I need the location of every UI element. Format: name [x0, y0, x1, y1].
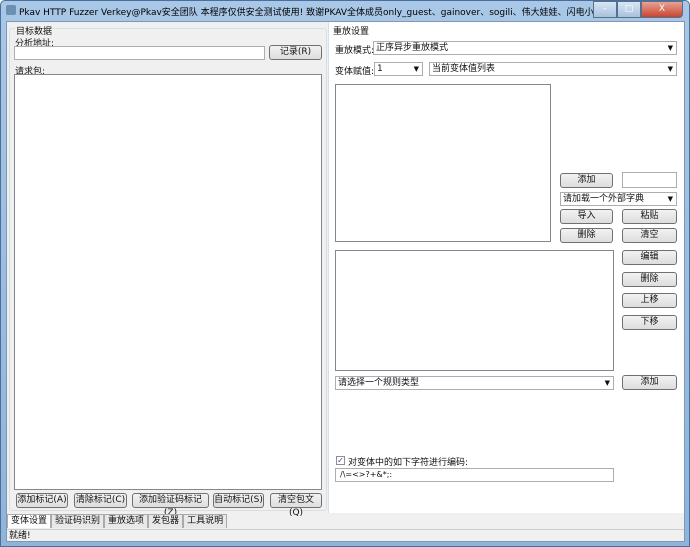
chevron-down-icon: ▼ — [413, 65, 419, 73]
variant-list-select[interactable]: 当前变体值列表 ▼ — [429, 62, 677, 76]
maximize-button[interactable]: □ — [617, 1, 641, 18]
variant-list-value: 当前变体值列表 — [432, 64, 496, 74]
add-mark-button[interactable]: 添加标记(A) — [16, 493, 68, 508]
chevron-down-icon: ▼ — [604, 379, 610, 387]
encode-label: 对变体中的如下字符进行编码: — [348, 458, 469, 468]
assign-label: 变体赋值: — [335, 67, 375, 77]
assign-value: 1 — [377, 64, 383, 74]
chevron-down-icon: ▼ — [667, 65, 673, 73]
record-button[interactable]: 记录(R) — [269, 45, 322, 60]
app-icon — [6, 5, 16, 15]
add-variant-button[interactable]: 添加 — [560, 173, 613, 188]
client-area: 目标数据 分析地址: 记录(R) 请求包: 添加标记(A) 清除标记(C) 添加… — [6, 21, 685, 542]
url-input[interactable] — [14, 46, 265, 60]
encode-chars-input[interactable]: /\=<>?+&*;: — [335, 468, 614, 482]
add-captcha-mark-button[interactable]: 添加验证码标记(Z) — [132, 493, 209, 518]
encode-checkbox[interactable]: ✓ — [336, 456, 345, 465]
request-textarea[interactable] — [14, 74, 322, 490]
rule-type-select[interactable]: 请选择一个规则类型 ▼ — [335, 376, 614, 390]
move-up-button[interactable]: 上移 — [622, 293, 677, 308]
close-button[interactable]: X — [641, 1, 683, 18]
window-title: Pkav HTTP Fuzzer Verkey@Pkav安全团队 本程序仅供安全… — [19, 8, 619, 18]
import-button[interactable]: 导入 — [560, 209, 613, 224]
edit-rule-button[interactable]: 编辑 — [622, 250, 677, 265]
minimize-button[interactable]: – — [593, 1, 617, 18]
tab-captcha[interactable]: 验证码识别 — [51, 514, 105, 528]
tab-tool-help[interactable]: 工具说明 — [183, 514, 228, 528]
paste-button[interactable]: 粘贴 — [622, 209, 677, 224]
replay-group-label: 重放设置 — [333, 27, 370, 37]
rule-type-value: 请选择一个规则类型 — [338, 378, 420, 388]
variant-values-list[interactable] — [335, 84, 551, 242]
tab-variant-settings[interactable]: 变体设置 — [7, 514, 52, 528]
delete-variant-button[interactable]: 删除 — [560, 228, 613, 243]
dictionary-select[interactable]: 请加载一个外部字典 ▼ — [560, 192, 677, 206]
chevron-down-icon: ▼ — [667, 44, 673, 52]
bottom-tabs: 变体设置 验证码识别 重放选项 发包器 工具说明 — [7, 514, 228, 528]
add-variant-input[interactable] — [622, 172, 677, 188]
move-down-button[interactable]: 下移 — [622, 315, 677, 330]
replay-mode-value: 正序异步重放模式 — [376, 43, 449, 53]
tab-sender[interactable]: 发包器 — [148, 514, 184, 528]
auto-mark-button[interactable]: 自动标记(S) — [213, 493, 264, 508]
replay-mode-label: 重放模式: — [335, 46, 375, 56]
dictionary-value: 请加载一个外部字典 — [563, 194, 645, 204]
replay-mode-select[interactable]: 正序异步重放模式 ▼ — [373, 41, 677, 55]
chevron-down-icon: ▼ — [667, 195, 673, 203]
assign-select[interactable]: 1 ▼ — [374, 62, 423, 76]
clear-variants-button[interactable]: 清空 — [622, 228, 677, 243]
rules-list[interactable] — [335, 250, 614, 371]
delete-rule-button[interactable]: 删除 — [622, 272, 677, 287]
clear-mark-button[interactable]: 清除标记(C) — [74, 493, 127, 508]
tab-replay-options[interactable]: 重放选项 — [104, 514, 149, 528]
app-window: Pkav HTTP Fuzzer Verkey@Pkav安全团队 本程序仅供安全… — [0, 0, 690, 547]
add-rule-button[interactable]: 添加 — [622, 375, 677, 390]
clear-packet-button[interactable]: 清空包文(Q) — [270, 493, 322, 518]
status-bar: 就绪! — [7, 529, 684, 542]
